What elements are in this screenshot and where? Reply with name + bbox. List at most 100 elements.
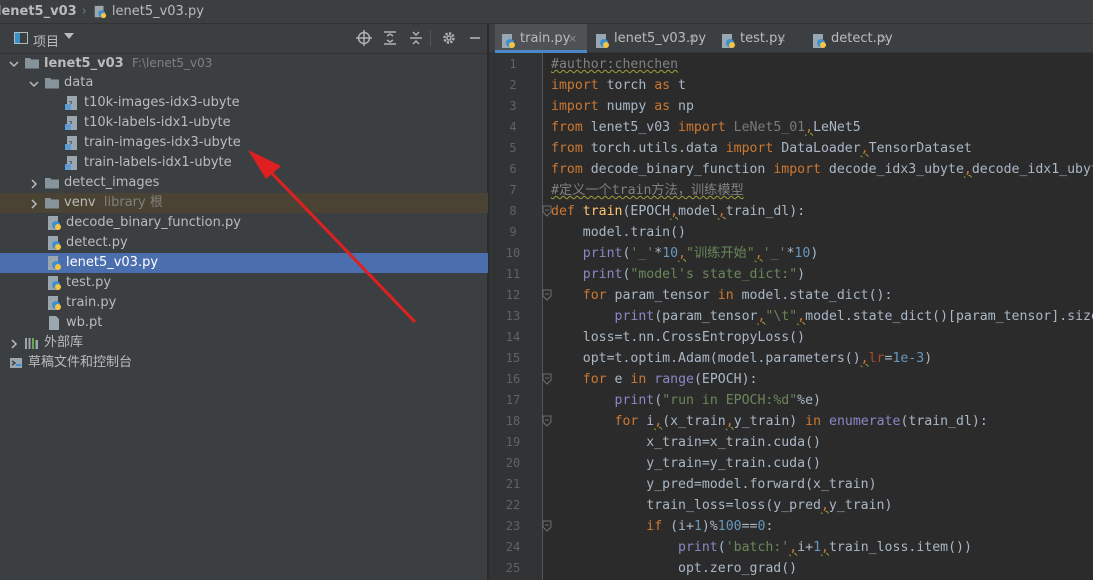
line-number: 3 <box>509 99 517 113</box>
tree-item-wb-pt[interactable]: wb.pt <box>0 313 488 333</box>
tree-item-train-labels[interactable]: ? train-labels-idx1-ubyte <box>0 153 488 173</box>
tree-item-t10k-images[interactable]: ? t10k-images-idx3-ubyte <box>0 93 488 113</box>
collapse-all-icon[interactable] <box>408 30 424 46</box>
code-token: as <box>654 78 671 93</box>
breadcrumb-file[interactable]: lenet5_v03.py <box>112 4 204 19</box>
minimize-icon[interactable] <box>467 30 483 46</box>
line-number: 25 <box>505 561 521 575</box>
chevron-right-icon[interactable] <box>28 197 40 209</box>
tree-item-test[interactable]: test.py <box>0 273 488 293</box>
code-token: e <box>606 372 631 387</box>
folder-icon <box>24 55 40 71</box>
code-line: opt.zero_grad() <box>551 558 797 579</box>
project-view-title[interactable]: 项目 <box>33 31 59 50</box>
chevron-right-icon[interactable] <box>8 337 20 349</box>
tab-lenet5-v03-py[interactable]: lenet5_v03.py × <box>589 24 713 53</box>
code-token: (i+ <box>662 519 694 534</box>
code-token: in <box>630 372 647 387</box>
code-token: == <box>741 519 758 534</box>
close-icon[interactable]: × <box>688 24 697 53</box>
tree-item-data[interactable]: data <box>0 73 488 93</box>
code-token: print <box>582 246 623 261</box>
tree-item-scratches[interactable]: 草稿文件和控制台 <box>0 353 488 373</box>
tab-test-py[interactable]: test.py × <box>715 24 804 53</box>
tab-label: train.py <box>520 31 571 46</box>
code-token: for <box>582 372 607 387</box>
tab-detect-py[interactable]: detect.py × <box>806 24 912 53</box>
code-token: '_' <box>630 246 655 261</box>
tree-item-label: t10k-labels-idx1-ubyte <box>84 115 231 130</box>
code-token: , <box>860 141 869 156</box>
tree-item-label: 外部库 <box>44 335 84 350</box>
code-token: , <box>717 204 726 219</box>
locate-icon[interactable] <box>356 30 372 46</box>
tree-item-train[interactable]: train.py <box>0 293 488 313</box>
python-file-icon <box>93 5 107 19</box>
tree-item-label: lenet5_v03 <box>44 56 124 71</box>
code-token: LeNet5 <box>813 120 861 135</box>
python-file-icon <box>46 295 62 311</box>
line-number: 6 <box>509 162 517 176</box>
code-token: for <box>582 288 607 303</box>
code-editor[interactable]: #author:chenchen import torch as t import … <box>551 53 1093 580</box>
chevron-down-icon[interactable] <box>8 57 20 69</box>
code-token: in <box>717 288 734 303</box>
tree-item-external-libraries[interactable]: 外部库 <box>0 333 488 353</box>
tree-item-lenet5-v03[interactable]: lenet5_v03.py <box>0 253 488 273</box>
breadcrumb-project[interactable]: lenet5_v03 <box>0 4 77 19</box>
folder-icon <box>44 195 60 211</box>
code-token: from <box>551 120 583 135</box>
code-line: from torch.utils.data import DataLoader,… <box>551 138 972 159</box>
folder-icon <box>44 175 60 191</box>
tree-item-decode-binary-function[interactable]: decode_binary_function.py <box>0 213 488 233</box>
line-number: 5 <box>509 141 517 155</box>
close-icon[interactable]: × <box>568 24 577 53</box>
code-line: y_train=y_train.cuda() <box>551 453 821 474</box>
chevron-right-icon[interactable] <box>28 177 40 189</box>
code-token: )% <box>701 519 718 534</box>
tree-item-venv[interactable]: venv library 根 <box>0 193 488 213</box>
gear-icon[interactable] <box>441 30 457 46</box>
chevron-down-icon[interactable] <box>28 77 40 89</box>
project-panel-header: 项目 <box>0 24 488 54</box>
python-file-icon <box>720 31 736 48</box>
code-token: ( <box>717 540 726 555</box>
tree-item-detect-images[interactable]: detect_images <box>0 173 488 193</box>
code-token: y_train) <box>733 414 806 429</box>
tab-train-py[interactable]: train.py × <box>495 24 587 53</box>
tree-item-detect[interactable]: detect.py <box>0 233 488 253</box>
line-number: 13 <box>505 309 521 323</box>
code-token: ( <box>654 393 663 408</box>
code-token: 1 <box>813 540 822 555</box>
code-line: for e in range(EPOCH): <box>551 369 758 390</box>
chevron-down-icon[interactable] <box>64 33 74 39</box>
tree-item-label: test.py <box>66 275 112 290</box>
tree-item-root[interactable]: lenet5_v03 F:\lenet5_v03 <box>0 53 488 73</box>
line-number: 19 <box>505 435 521 449</box>
code-token: print <box>582 267 623 282</box>
tree-item-train-images[interactable]: ? train-images-idx3-ubyte <box>0 133 488 153</box>
tree-item-t10k-labels[interactable]: ? t10k-labels-idx1-ubyte <box>0 113 488 133</box>
code-token: print <box>614 393 655 408</box>
code-line: loss=t.nn.CrossEntropyLoss() <box>551 327 805 348</box>
line-number: 9 <box>509 225 517 239</box>
close-icon[interactable]: × <box>879 24 888 53</box>
code-token: '_' <box>762 246 787 261</box>
line-number: 22 <box>505 498 521 512</box>
expand-all-icon[interactable] <box>382 30 398 46</box>
file-icon <box>46 315 62 331</box>
code-token: def <box>551 204 575 219</box>
close-icon[interactable]: × <box>777 24 786 53</box>
code-token: * <box>654 246 663 261</box>
code-token: 10 <box>662 246 679 261</box>
code-token: "model's state_dict:" <box>630 267 798 282</box>
line-number: 11 <box>505 267 521 281</box>
line-number: 10 <box>505 246 521 260</box>
code-token: TensorDataset <box>868 141 972 156</box>
tree-item-path: F:\lenet5_v03 <box>131 56 213 70</box>
